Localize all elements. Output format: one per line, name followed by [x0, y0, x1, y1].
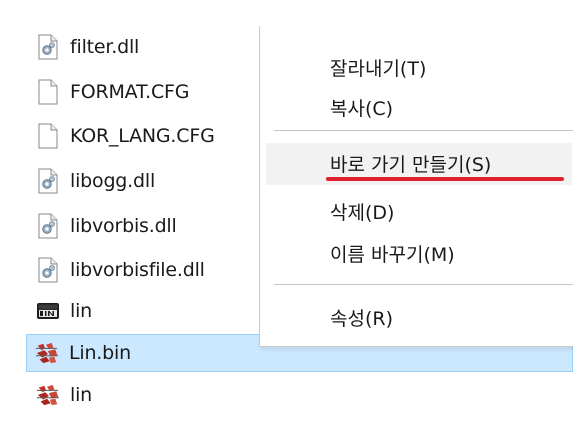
menu-item-delete[interactable]: 삭제(D) — [330, 198, 394, 225]
file-name: lin — [70, 384, 92, 406]
blank-file-icon — [36, 78, 60, 106]
dll-icon — [36, 212, 60, 240]
file-name: KOR_LANG.CFG — [70, 125, 215, 147]
context-menu: 잘라내기(T) 복사(C) 바로 가기 만들기(S) 삭제(D) 이름 바꾸기(… — [259, 26, 573, 347]
file-name: libogg.dll — [70, 170, 156, 192]
menu-item-copy[interactable]: 복사(C) — [330, 94, 393, 121]
menu-separator — [274, 130, 573, 131]
menu-item-cut[interactable]: 잘라내기(T) — [330, 54, 426, 81]
blank-file-icon — [36, 122, 60, 150]
dll-icon — [36, 33, 60, 61]
bin-icon — [36, 297, 60, 325]
file-name: FORMAT.CFG — [70, 81, 190, 103]
menu-item-create-shortcut[interactable]: 바로 가기 만들기(S) — [330, 150, 491, 177]
file-name: libvorbis.dll — [70, 215, 177, 237]
file-name: libvorbisfile.dll — [70, 259, 205, 281]
dll-icon — [36, 167, 60, 195]
file-name: filter.dll — [70, 36, 140, 58]
annotation-underline — [326, 177, 564, 181]
app-icon — [36, 381, 60, 409]
app-icon — [35, 339, 59, 367]
file-name: lin — [70, 300, 92, 322]
file-row-lin-app[interactable]: lin — [28, 376, 548, 414]
file-name: Lin.bin — [69, 342, 131, 364]
menu-separator — [274, 284, 573, 285]
menu-item-rename[interactable]: 이름 바꾸기(M) — [330, 240, 455, 267]
menu-item-properties[interactable]: 속성(R) — [330, 304, 393, 331]
dll-icon — [36, 256, 60, 284]
